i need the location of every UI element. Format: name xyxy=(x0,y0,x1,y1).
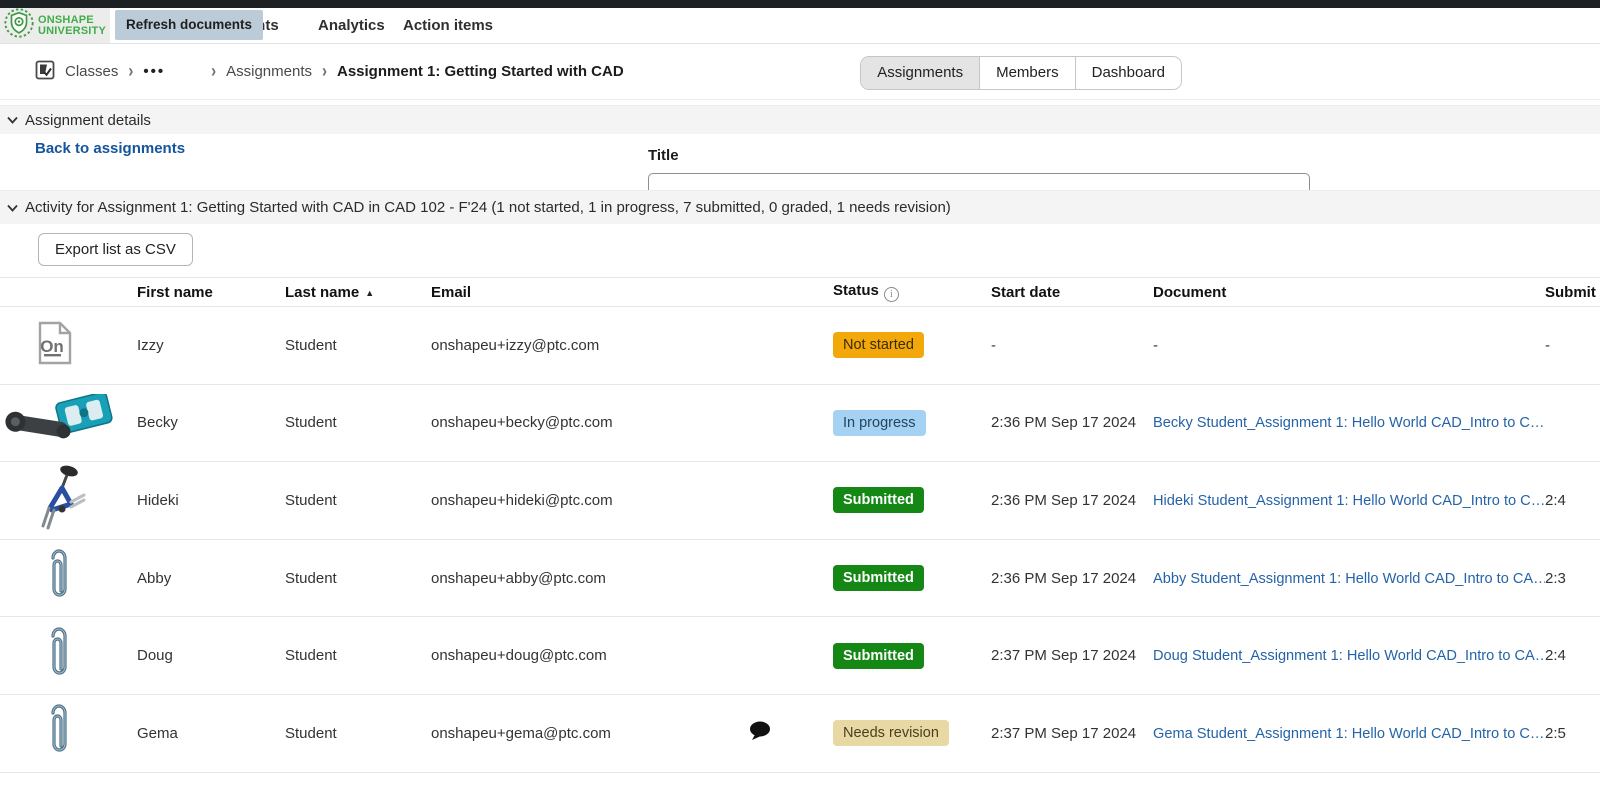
submit-date-cell: 2:4 xyxy=(1545,492,1600,509)
status-badge: Submitted xyxy=(833,565,924,591)
document-link[interactable]: Hideki Student_Assignment 1: Hello World… xyxy=(1153,493,1545,509)
start-date-cell: 2:37 PM Sep 17 2024 xyxy=(991,725,1153,742)
classes-icon xyxy=(35,60,55,84)
status-badge: In progress xyxy=(833,410,926,436)
document-link[interactable]: Doug Student_Assignment 1: Hello World C… xyxy=(1153,648,1545,664)
activity-section-title: Activity for Assignment 1: Getting Start… xyxy=(25,199,951,216)
table-row: Doug Student onshapeu+doug@ptc.com Submi… xyxy=(0,617,1600,695)
submit-date-cell: 2:3 xyxy=(1545,570,1600,587)
view-tab-members[interactable]: Members xyxy=(979,57,1075,89)
view-switcher: Assignments Members Dashboard xyxy=(860,56,1182,90)
start-date-cell: 2:36 PM Sep 17 2024 xyxy=(991,414,1153,431)
table-row: Gema Student onshapeu+gema@ptc.com Needs… xyxy=(0,695,1600,773)
last-name-cell: Student xyxy=(285,337,431,354)
first-name-cell: Doug xyxy=(137,647,285,664)
top-black-bar xyxy=(0,0,1600,8)
email-cell: onshapeu+doug@ptc.com xyxy=(431,647,690,664)
export-row: Export list as CSV xyxy=(0,224,1600,277)
chevron-right-icon: › xyxy=(322,61,327,81)
email-cell: onshapeu+hideki@ptc.com xyxy=(431,492,690,509)
header-submit-date[interactable]: Submit date xyxy=(1545,284,1600,301)
logo-text: ONSHAPE UNIVERSITY xyxy=(38,15,106,37)
last-name-cell: Student xyxy=(285,414,431,431)
view-tab-assignments[interactable]: Assignments xyxy=(861,57,979,89)
chevron-down-icon xyxy=(7,116,18,124)
last-name-cell: Student xyxy=(285,647,431,664)
header-email[interactable]: Email xyxy=(431,284,690,301)
table-header-row: First name Last name▲ Email Statusi Star… xyxy=(0,277,1600,307)
back-to-assignments-link[interactable]: Back to assignments xyxy=(35,140,185,157)
last-name-cell: Student xyxy=(285,570,431,587)
pedal-model-thumbnail[interactable] xyxy=(2,394,114,452)
document-link[interactable]: Becky Student_Assignment 1: Hello World … xyxy=(1153,415,1545,431)
breadcrumb-current-assignment: Assignment 1: Getting Started with CAD xyxy=(337,63,624,80)
start-date-cell: - xyxy=(991,337,1153,354)
status-badge: Submitted xyxy=(833,643,924,669)
first-name-cell: Abby xyxy=(137,570,285,587)
document-link[interactable]: Gema Student_Assignment 1: Hello World C… xyxy=(1153,726,1545,742)
document-cell: - xyxy=(1153,337,1158,354)
first-name-cell: Izzy xyxy=(137,337,285,354)
status-info-icon[interactable]: i xyxy=(884,287,899,302)
chevron-right-icon: › xyxy=(128,61,133,81)
chevron-down-icon xyxy=(7,204,18,212)
export-csv-button[interactable]: Export list as CSV xyxy=(38,233,193,266)
table-row: Becky Student onshapeu+becky@ptc.com In … xyxy=(0,385,1600,463)
email-cell: onshapeu+becky@ptc.com xyxy=(431,414,690,431)
breadcrumb-classes[interactable]: Classes xyxy=(65,63,118,80)
document-link[interactable]: Abby Student_Assignment 1: Hello World C… xyxy=(1153,571,1545,587)
assignment-details-section-header[interactable]: Assignment details xyxy=(0,105,1600,134)
email-cell: onshapeu+gema@ptc.com xyxy=(431,725,690,742)
header-start-date[interactable]: Start date xyxy=(991,284,1153,301)
view-tab-dashboard[interactable]: Dashboard xyxy=(1075,57,1181,89)
title-field-label: Title xyxy=(648,147,679,164)
onshape-document-placeholder-icon: On xyxy=(37,321,73,369)
header-status[interactable]: Statusi xyxy=(833,282,991,302)
paperclip-model-thumbnail[interactable] xyxy=(45,623,71,689)
submit-date-cell: 2:5 xyxy=(1545,725,1600,742)
last-name-cell: Student xyxy=(285,725,431,742)
title-input[interactable] xyxy=(648,173,1310,190)
tab-action-items[interactable]: Action items xyxy=(403,8,493,44)
first-name-cell: Gema xyxy=(137,725,285,742)
paperclip-model-thumbnail[interactable] xyxy=(45,545,71,611)
assignment-details-title: Assignment details xyxy=(25,112,151,129)
tab-analytics[interactable]: Analytics xyxy=(318,8,385,44)
first-name-cell: Hideki xyxy=(137,492,285,509)
status-badge: Needs revision xyxy=(833,720,949,746)
paperclip-model-thumbnail[interactable] xyxy=(45,700,71,766)
email-cell: onshapeu+izzy@ptc.com xyxy=(431,337,690,354)
start-date-cell: 2:36 PM Sep 17 2024 xyxy=(991,570,1153,587)
breadcrumb-ellipsis[interactable]: ••• xyxy=(143,63,165,80)
header-first-name[interactable]: First name xyxy=(137,284,285,301)
chevron-right-icon: › xyxy=(211,61,216,81)
activity-section-header[interactable]: Activity for Assignment 1: Getting Start… xyxy=(0,190,1600,224)
start-date-cell: 2:36 PM Sep 17 2024 xyxy=(991,492,1153,509)
svg-text:On: On xyxy=(40,337,64,356)
breadcrumb-row: Classes › ••• › Assignments › Assignment… xyxy=(0,44,1600,100)
sort-ascending-icon: ▲ xyxy=(365,288,374,298)
table-row: Abby Student onshapeu+abby@ptc.com Submi… xyxy=(0,540,1600,618)
table-row: On Izzy Student onshapeu+izzy@ptc.com No… xyxy=(0,307,1600,385)
first-name-cell: Becky xyxy=(137,414,285,431)
header-last-name[interactable]: Last name▲ xyxy=(285,284,431,301)
email-cell: onshapeu+abby@ptc.com xyxy=(431,570,690,587)
submit-date-cell: - xyxy=(1545,337,1600,354)
submit-date-cell: 2:4 xyxy=(1545,647,1600,664)
breadcrumb: Classes › ••• › Assignments › Assignment… xyxy=(35,60,624,84)
bike-model-thumbnail[interactable] xyxy=(32,462,88,538)
table-row: Hideki Student onshapeu+hideki@ptc.com S… xyxy=(0,462,1600,540)
app-header: ONSHAPE UNIVERSITY Documents Analytics A… xyxy=(0,8,1600,44)
refresh-documents-tooltip: Refresh documents xyxy=(115,10,263,40)
onshape-university-logo[interactable]: ONSHAPE UNIVERSITY xyxy=(0,8,110,43)
start-date-cell: 2:37 PM Sep 17 2024 xyxy=(991,647,1153,664)
logo-emblem-icon xyxy=(3,7,35,44)
last-name-cell: Student xyxy=(285,492,431,509)
status-badge: Not started xyxy=(833,332,924,358)
status-badge: Submitted xyxy=(833,487,924,513)
breadcrumb-assignments[interactable]: Assignments xyxy=(226,63,312,80)
header-document[interactable]: Document xyxy=(1153,284,1545,301)
comment-bubble-icon[interactable] xyxy=(748,721,772,745)
assignment-details-content: Back to assignments Title xyxy=(0,134,1600,190)
